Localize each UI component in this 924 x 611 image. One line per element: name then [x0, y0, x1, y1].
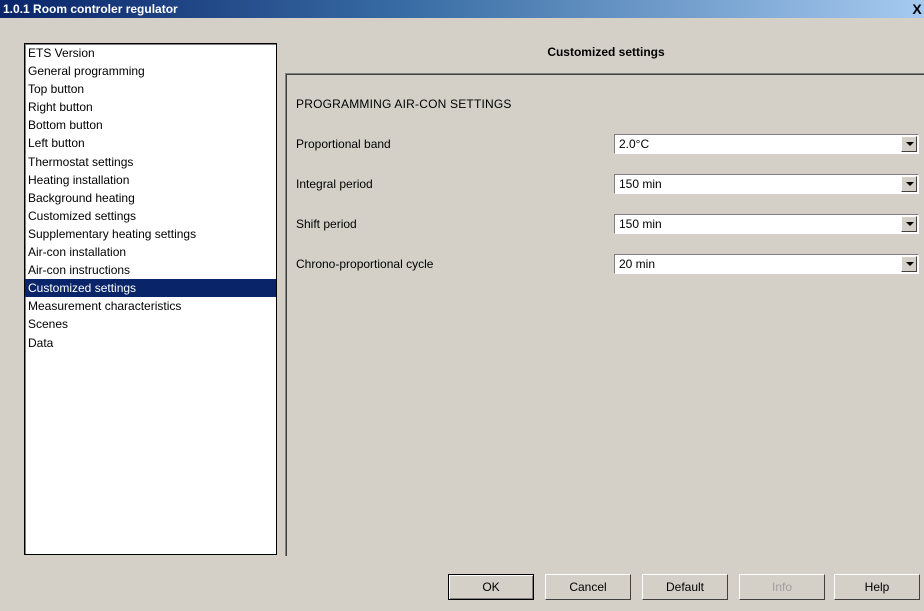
nav-item-background-heating[interactable]: Background heating [25, 189, 276, 207]
chevron-down-icon[interactable] [901, 256, 917, 272]
proportional-band-value: 2.0°C [619, 137, 650, 151]
nav-item-customized-settings-aircon[interactable]: Customized settings [25, 279, 276, 298]
title-bar: 1.0.1 Room controler regulator X [0, 0, 924, 18]
nav-item-data[interactable]: Data [25, 334, 276, 352]
nav-item-air-con-installation[interactable]: Air-con installation [25, 243, 276, 261]
nav-item-heating-installation[interactable]: Heating installation [25, 171, 276, 189]
ok-button[interactable]: OK [448, 574, 534, 600]
cancel-button[interactable]: Cancel [545, 574, 631, 600]
shift-period-label: Shift period [296, 217, 357, 231]
nav-item-thermostat-settings[interactable]: Thermostat settings [25, 153, 276, 171]
proportional-band-select[interactable]: 2.0°C [614, 134, 919, 154]
settings-tree-list[interactable]: ETS Version General programming Top butt… [24, 43, 277, 555]
help-button[interactable]: Help [834, 574, 920, 600]
nav-item-supplementary-heating-settings[interactable]: Supplementary heating settings [25, 225, 276, 243]
chevron-down-icon[interactable] [901, 216, 917, 232]
chevron-down-icon[interactable] [901, 136, 917, 152]
nav-item-general-programming[interactable]: General programming [25, 62, 276, 80]
nav-item-air-con-instructions[interactable]: Air-con instructions [25, 261, 276, 279]
nav-item-bottom-button[interactable]: Bottom button [25, 116, 276, 134]
window-title: 1.0.1 Room controler regulator [3, 2, 178, 16]
shift-period-value: 150 min [619, 217, 662, 231]
info-button[interactable]: Info [739, 574, 825, 600]
nav-item-scenes[interactable]: Scenes [25, 315, 276, 333]
chevron-down-icon[interactable] [901, 176, 917, 192]
chrono-proportional-cycle-select[interactable]: 20 min [614, 254, 919, 274]
nav-item-right-button[interactable]: Right button [25, 98, 276, 116]
nav-item-top-button[interactable]: Top button [25, 80, 276, 98]
nav-item-ets-version[interactable]: ETS Version [25, 44, 276, 62]
chrono-proportional-cycle-label: Chrono-proportional cycle [296, 257, 434, 271]
chrono-proportional-cycle-value: 20 min [619, 257, 656, 271]
shift-period-select[interactable]: 150 min [614, 214, 919, 234]
default-button[interactable]: Default [642, 574, 728, 600]
proportional-band-label: Proportional band [296, 137, 391, 151]
integral-period-select[interactable]: 150 min [614, 174, 919, 194]
close-icon[interactable]: X [910, 1, 924, 17]
integral-period-label: Integral period [296, 177, 373, 191]
nav-item-left-button[interactable]: Left button [25, 134, 276, 152]
integral-period-value: 150 min [619, 177, 662, 191]
nav-item-customized-settings-heating[interactable]: Customized settings [25, 207, 276, 225]
panel-title: Customized settings [547, 45, 665, 59]
nav-item-measurement-characteristics[interactable]: Measurement characteristics [25, 297, 276, 315]
section-title: PROGRAMMING AIR-CON SETTINGS [296, 97, 512, 111]
